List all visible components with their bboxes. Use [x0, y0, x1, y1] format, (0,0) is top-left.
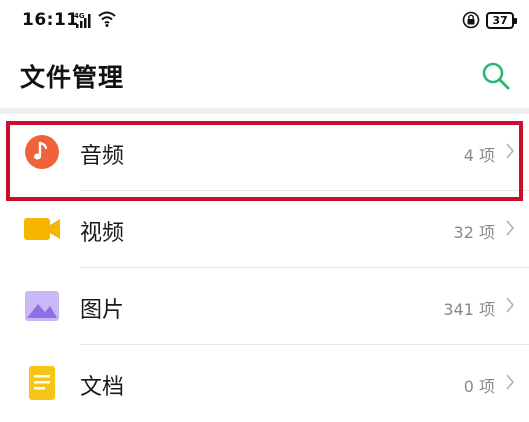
category-list: 音频 4 项 视频 32 项 图片 341 项 文档 0 项: [0, 114, 529, 422]
category-item-video[interactable]: 视频 32 项: [0, 191, 529, 268]
wifi-icon: [98, 11, 116, 27]
search-icon: [482, 62, 510, 90]
category-item-documents[interactable]: 文档 0 项: [0, 345, 529, 422]
chevron-right-icon: [506, 143, 514, 159]
category-item-audio[interactable]: 音频 4 项: [0, 114, 529, 191]
chevron-right-icon: [506, 220, 514, 236]
category-label: 图片: [80, 298, 125, 323]
music-note-icon: [25, 135, 59, 169]
battery-indicator: 37: [486, 12, 517, 29]
video-camera-icon: [24, 218, 60, 240]
category-label: 视频: [80, 221, 125, 246]
category-count: 341 项: [443, 300, 495, 319]
image-icon: [25, 291, 59, 321]
page-title: 文件管理: [20, 63, 125, 92]
network-type-label: 4G: [74, 12, 85, 20]
orientation-lock-icon: [462, 11, 480, 29]
category-label: 文档: [80, 375, 125, 400]
chevron-right-icon: [506, 374, 514, 390]
category-label: 音频: [80, 144, 125, 169]
category-count: 0 项: [463, 377, 495, 396]
title-bar: 文件管理: [0, 46, 529, 108]
status-time: 16:11: [22, 10, 79, 30]
category-count: 32 项: [453, 223, 495, 242]
status-bar: 16:11 4G 37: [0, 0, 529, 46]
document-icon: [29, 366, 55, 400]
chevron-right-icon: [506, 297, 514, 313]
category-item-images[interactable]: 图片 341 项: [0, 268, 529, 345]
search-button[interactable]: [478, 58, 514, 94]
category-count: 4 项: [463, 146, 495, 165]
cellular-signal-icon: 4G: [74, 12, 91, 28]
